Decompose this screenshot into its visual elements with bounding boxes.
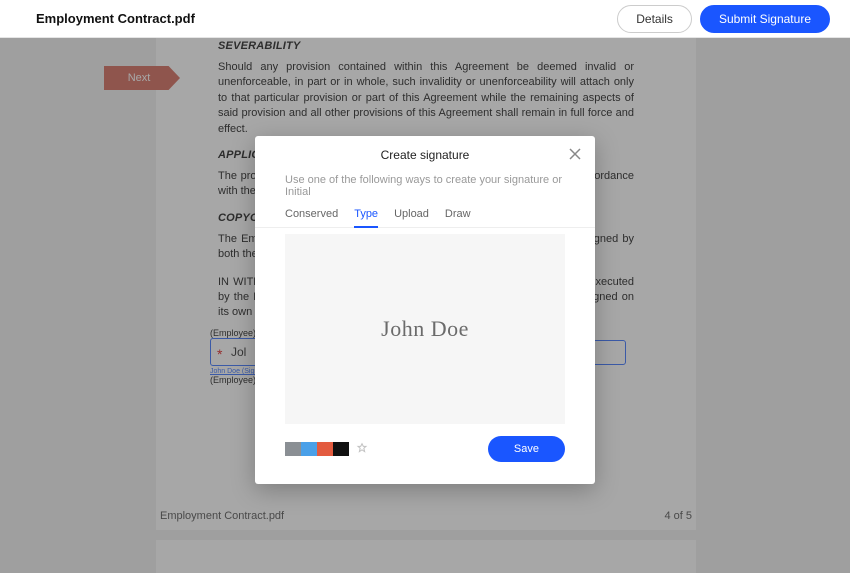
save-button[interactable]: Save: [488, 436, 565, 462]
modal-title: Create signature: [381, 148, 470, 162]
swatch-orange[interactable]: [317, 442, 333, 456]
document-title: Employment Contract.pdf: [36, 11, 617, 26]
tab-draw[interactable]: Draw: [445, 208, 471, 227]
signature-canvas[interactable]: John Doe: [285, 234, 565, 424]
modal-tabs: Conserved Type Upload Draw: [255, 208, 595, 228]
details-button[interactable]: Details: [617, 5, 692, 33]
swatch-black[interactable]: [333, 442, 349, 456]
tab-conserved[interactable]: Conserved: [285, 208, 338, 227]
tab-type[interactable]: Type: [354, 208, 378, 228]
document-viewport: SEVERABILITY Should any provision contai…: [0, 38, 850, 573]
submit-signature-button[interactable]: Submit Signature: [700, 5, 830, 33]
reset-style-icon[interactable]: [355, 442, 369, 456]
close-icon[interactable]: [567, 146, 583, 162]
signature-preview-text: John Doe: [381, 316, 469, 342]
modal-header: Create signature: [255, 136, 595, 174]
create-signature-modal: Create signature Use one of the followin…: [255, 136, 595, 484]
modal-footer: Save: [255, 436, 595, 462]
swatch-gray[interactable]: [285, 442, 301, 456]
color-swatches: [285, 442, 349, 456]
swatch-blue[interactable]: [301, 442, 317, 456]
top-bar: Employment Contract.pdf Details Submit S…: [0, 0, 850, 38]
tab-upload[interactable]: Upload: [394, 208, 429, 227]
modal-subtitle: Use one of the following ways to create …: [255, 174, 595, 208]
